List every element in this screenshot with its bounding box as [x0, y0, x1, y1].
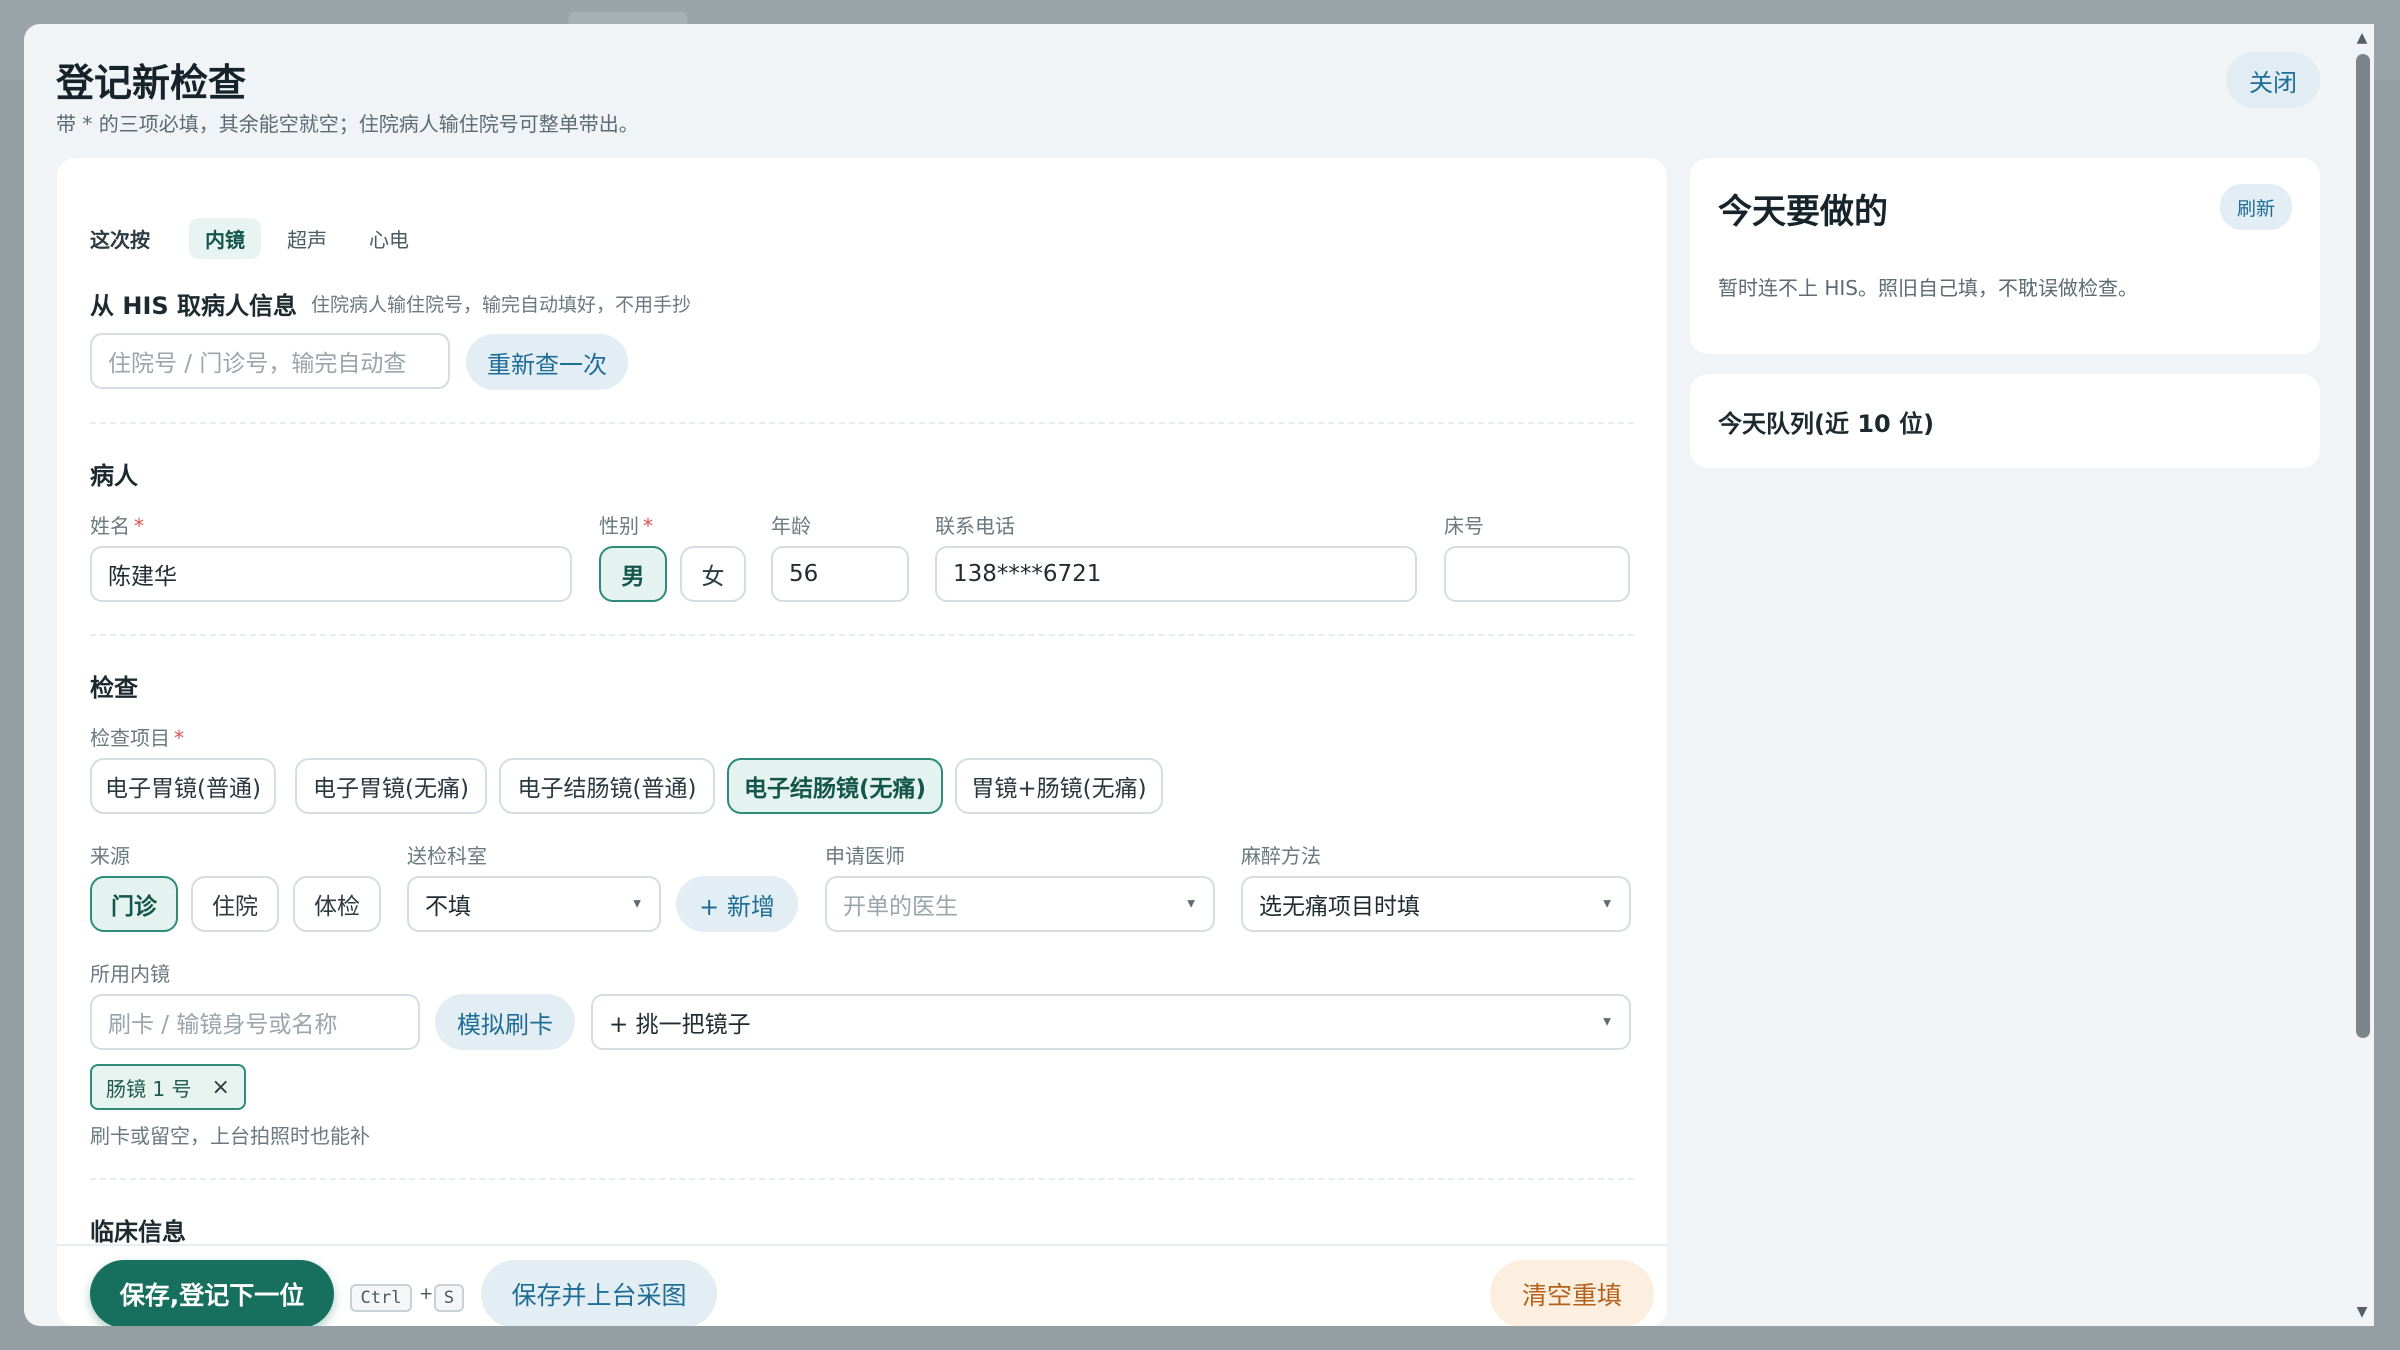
age-label: 年龄: [771, 514, 811, 538]
phone-label: 联系电话: [935, 514, 1015, 538]
his-id-input[interactable]: 住院号 / 门诊号，输完自动查: [90, 333, 450, 389]
add-dept-button[interactable]: + 新增: [676, 876, 798, 932]
queue-title: 今天队列(近 10 位): [1718, 410, 1935, 438]
doctor-label: 申请医师: [825, 844, 905, 868]
bed-field[interactable]: [1444, 546, 1630, 602]
save-capture-button[interactable]: 保存并上台采图: [481, 1260, 717, 1326]
his-hint: 住院病人输住院号，输完自动填好，不用手抄: [311, 294, 692, 316]
anesthesia-select[interactable]: 选无痛项目时填 ▼: [1241, 876, 1631, 932]
patient-section-title: 病人: [90, 462, 138, 490]
dept-label: 送检科室: [407, 844, 487, 868]
exam-section-title: 检查: [90, 674, 138, 702]
bed-label: 床号: [1444, 514, 1484, 538]
divider: [90, 1178, 1634, 1180]
scope-hint: 刷卡或留空，上台拍照时也能补: [90, 1124, 370, 1148]
name-label: 姓名 *: [90, 514, 144, 538]
anesthesia-label: 麻醉方法: [1241, 844, 1321, 868]
shortcut-key-s: S: [434, 1284, 464, 1312]
dept-select[interactable]: 不填 ▼: [407, 876, 661, 932]
dept-select-value: 不填: [425, 894, 471, 920]
gender-female-option[interactable]: 女: [680, 546, 746, 602]
phone-field[interactable]: 138****6721: [935, 546, 1417, 602]
exam-item-gastroscopy-normal[interactable]: 电子胃镜(普通): [90, 758, 276, 814]
modal-subtitle: 带 * 的三项必填，其余能空就空；住院病人输住院号可整单带出。: [56, 112, 639, 136]
his-title: 从 HIS 取病人信息: [90, 292, 298, 320]
queue-card[interactable]: 今天队列(近 10 位): [1690, 374, 2320, 468]
exam-form-card: 这次按 内镜 超声 心电 从 HIS 取病人信息 住院病人输住院号，输完自动填好…: [57, 158, 1667, 1326]
modal-title: 登记新检查: [56, 61, 247, 105]
doctor-select[interactable]: 开单的医生 ▼: [825, 876, 1215, 932]
dropdown-caret-icon: ▼: [1603, 1016, 1611, 1028]
divider: [90, 634, 1634, 636]
selected-scope-tag: 肠镜 1 号 ×: [90, 1064, 246, 1110]
tab-ecg[interactable]: 心电: [353, 218, 425, 259]
gender-label: 性别 *: [599, 514, 653, 538]
tab-ultrasound[interactable]: 超声: [271, 218, 343, 259]
refresh-button[interactable]: 刷新: [2220, 184, 2292, 230]
source-checkup-option[interactable]: 体检: [293, 876, 381, 932]
pick-scope-select[interactable]: + 挑一把镜子 ▼: [591, 994, 1631, 1050]
exam-item-gastro-colonoscopy-painless[interactable]: 胃镜+肠镜(无痛): [955, 758, 1163, 814]
shortcut-key-ctrl: Ctrl: [350, 1284, 412, 1312]
selected-scope-tag-label: 肠镜 1 号: [106, 1076, 192, 1101]
form-footer: 保存,登记下一位 Ctrl + S 保存并上台采图 清空重填: [57, 1244, 1667, 1326]
pick-scope-label: + 挑一把镜子: [609, 1012, 751, 1038]
close-icon[interactable]: ×: [211, 1075, 229, 1100]
scope-search-input[interactable]: 刷卡 / 输镜身号或名称: [90, 994, 420, 1050]
source-inpatient-option[interactable]: 住院: [191, 876, 279, 932]
exam-item-colonoscopy-painless[interactable]: 电子结肠镜(无痛): [727, 758, 943, 814]
scope-label: 所用内镜: [90, 962, 170, 986]
scroll-up-arrow-icon[interactable]: ▲: [2352, 28, 2372, 48]
todo-title: 今天要做的: [1718, 192, 1888, 232]
exam-item-gastroscopy-painless[interactable]: 电子胃镜(无痛): [295, 758, 487, 814]
source-label: 来源: [90, 844, 130, 868]
doctor-select-placeholder: 开单的医生: [843, 894, 958, 920]
dropdown-caret-icon: ▼: [1187, 898, 1195, 910]
exam-item-colonoscopy-normal[interactable]: 电子结肠镜(普通): [499, 758, 715, 814]
divider: [90, 422, 1634, 424]
todo-card: 今天要做的 刷新 暂时连不上 HIS。照旧自己填，不耽误做检查。: [1690, 158, 2320, 354]
clinical-section-title: 临床信息: [90, 1218, 186, 1246]
tab-endoscopy[interactable]: 内镜: [189, 218, 261, 259]
dropdown-caret-icon: ▼: [633, 898, 641, 910]
requery-button[interactable]: 重新查一次: [466, 334, 628, 390]
gender-male-option[interactable]: 男: [599, 546, 667, 602]
mode-label: 这次按: [90, 228, 150, 252]
name-field[interactable]: 陈建华: [90, 546, 572, 602]
scroll-down-arrow-icon[interactable]: ▼: [2352, 1302, 2372, 1322]
close-button[interactable]: 关闭: [2226, 52, 2320, 108]
shortcut-plus: +: [419, 1284, 434, 1304]
register-exam-modal: 登记新检查 带 * 的三项必填，其余能空就空；住院病人输住院号可整单带出。 关闭…: [24, 24, 2374, 1326]
source-outpatient-option[interactable]: 门诊: [90, 876, 178, 932]
anesthesia-select-value: 选无痛项目时填: [1259, 894, 1420, 920]
todo-message: 暂时连不上 HIS。照旧自己填，不耽误做检查。: [1718, 276, 2138, 300]
simulate-swipe-button[interactable]: 模拟刷卡: [435, 994, 575, 1050]
dropdown-caret-icon: ▼: [1603, 898, 1611, 910]
save-next-button[interactable]: 保存,登记下一位: [90, 1260, 334, 1326]
age-field[interactable]: 56: [771, 546, 909, 602]
exam-items-label: 检查项目 *: [90, 726, 184, 750]
scrollbar-thumb[interactable]: [2356, 54, 2370, 1038]
clear-button[interactable]: 清空重填: [1490, 1260, 1654, 1326]
